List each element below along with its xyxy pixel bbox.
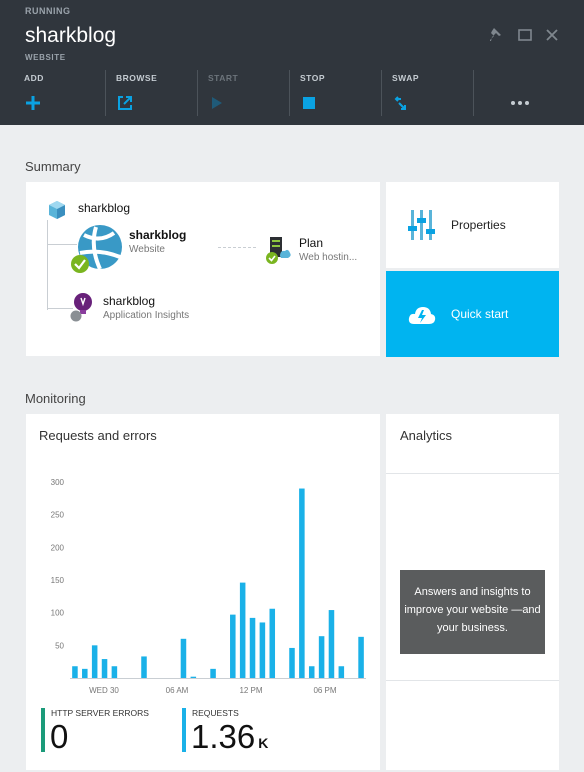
requests-bar <box>308 666 315 678</box>
insights-type: Application Insights <box>103 310 190 321</box>
plan-connector <box>218 247 256 248</box>
requests-unit: K <box>258 735 269 751</box>
requests-bar <box>318 636 325 678</box>
command-bar: ADD BROWSE START STOP SWAP <box>14 70 570 120</box>
http-errors-value: 0 <box>50 718 69 755</box>
pin-icon[interactable] <box>487 26 505 44</box>
stop-icon <box>303 97 315 109</box>
browse-external-icon <box>118 96 132 110</box>
summary-heading: Summary <box>25 159 81 174</box>
tree-connector <box>47 220 48 310</box>
insights-name[interactable]: sharkblog <box>103 294 155 308</box>
plan-name[interactable]: Plan <box>299 236 323 250</box>
browse-button[interactable]: BROWSE <box>106 70 198 120</box>
play-icon <box>212 97 222 109</box>
maximize-icon[interactable] <box>516 26 534 44</box>
requests-bar <box>299 488 305 678</box>
requests-bar <box>358 636 364 678</box>
stop-button[interactable]: STOP <box>290 70 382 120</box>
plan-server-icon[interactable] <box>266 236 292 264</box>
analytics-divider <box>386 473 559 474</box>
x-tick-label: 06 PM <box>313 686 336 695</box>
y-tick-label: 300 <box>51 478 65 487</box>
requests-bar <box>239 582 246 678</box>
resource-group-name: sharkblog <box>78 201 131 215</box>
quickstart-tile[interactable]: Quick start <box>386 271 559 357</box>
requests-bar <box>82 668 88 678</box>
requests-metric[interactable]: REQUESTS 1.36 K <box>182 708 332 756</box>
y-tick-label: 100 <box>51 609 65 618</box>
more-button[interactable] <box>474 70 566 120</box>
requests-value-wrap: 1.36 K <box>191 718 268 756</box>
analytics-title: Analytics <box>400 428 453 443</box>
http-errors-metric[interactable]: HTTP SERVER ERRORS 0 <box>41 708 181 755</box>
y-tick-label: 150 <box>51 576 65 585</box>
y-tick-label: 50 <box>55 641 64 650</box>
requests-bar <box>338 666 345 678</box>
http-errors-color-bar <box>41 708 45 752</box>
quickstart-label: Quick start <box>451 307 509 321</box>
requests-bar <box>101 659 108 678</box>
website-name[interactable]: sharkblog <box>129 228 186 242</box>
requests-bar <box>180 638 187 678</box>
properties-tile[interactable]: Properties <box>386 182 559 268</box>
monitoring-heading: Monitoring <box>25 391 86 406</box>
x-tick-label: 06 AM <box>166 686 189 695</box>
http-errors-label: HTTP SERVER ERRORS <box>51 708 149 718</box>
requests-chart-title: Requests and errors <box>39 428 157 443</box>
y-tick-label: 250 <box>51 511 65 520</box>
analytics-callout: Answers and insights to improve your web… <box>400 570 545 654</box>
properties-sliders-icon <box>408 210 435 240</box>
add-button[interactable]: ADD <box>14 70 106 120</box>
requests-bar <box>328 610 335 678</box>
x-tick-label: 12 PM <box>239 686 262 695</box>
resource-group-cube-icon <box>49 201 65 219</box>
requests-bar <box>259 622 266 678</box>
analytics-divider <box>386 680 559 681</box>
requests-bar-chart: 50 100 150 200 250 300 WED 30 06 AM 12 PM 06 PM <box>51 478 366 695</box>
requests-bar <box>230 614 236 678</box>
page-title: sharkblog <box>25 24 117 47</box>
status-label: RUNNING <box>25 6 71 16</box>
requests-bar <box>210 668 216 678</box>
plus-icon <box>26 96 40 110</box>
requests-bar <box>249 617 256 678</box>
requests-color-bar <box>182 708 186 752</box>
requests-errors-tile[interactable]: Requests and errors 50 100 150 200 250 300 WED… <box>26 414 380 770</box>
requests-bar <box>269 608 276 678</box>
close-icon[interactable] <box>543 26 561 44</box>
resource-map-tile[interactable]: sharkblog sharkblog Website Plan Web hos… <box>26 182 380 356</box>
application-insights-bulb-icon[interactable] <box>70 292 96 322</box>
requests-bar <box>91 645 98 678</box>
requests-bar <box>111 666 118 678</box>
x-tick-label: WED 30 <box>89 686 119 695</box>
requests-label: REQUESTS <box>192 708 239 718</box>
page-subtitle: WEBSITE <box>25 53 66 62</box>
quickstart-cloud-icon <box>408 307 436 324</box>
blade-header: RUNNING sharkblog WEBSITE ADD BROWSE STA… <box>0 0 584 125</box>
website-type: Website <box>129 244 165 255</box>
requests-bar <box>141 656 147 678</box>
properties-label: Properties <box>451 218 506 232</box>
y-tick-label: 200 <box>51 543 65 552</box>
requests-value: 1.36 <box>191 718 256 755</box>
requests-bar <box>190 676 197 678</box>
start-button[interactable]: START <box>198 70 290 120</box>
website-globe-icon[interactable] <box>70 223 126 275</box>
plan-type: Web hostin... <box>299 252 358 263</box>
more-ellipsis-icon <box>511 101 529 105</box>
requests-bar <box>72 666 78 678</box>
swap-button[interactable]: SWAP <box>382 70 474 120</box>
requests-bar <box>289 647 295 678</box>
swap-icon <box>394 96 406 110</box>
